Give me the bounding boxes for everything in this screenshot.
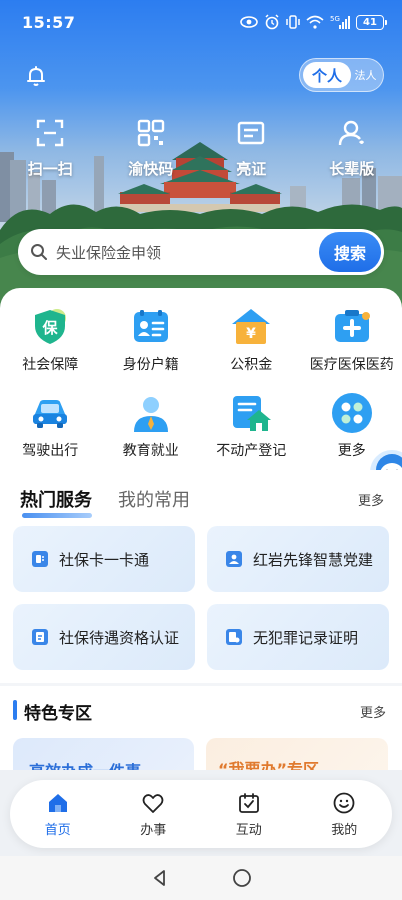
quick-elder-mode[interactable]: 长辈版 [302, 118, 402, 179]
scan-icon [37, 119, 64, 147]
svg-text:保: 保 [42, 319, 59, 337]
nav-label: 办事 [140, 822, 167, 838]
party-building-icon [226, 551, 242, 567]
nav-label: 互动 [235, 822, 262, 838]
alarm-icon [265, 14, 279, 30]
hot-service-card[interactable]: 无犯罪记录证明 [207, 604, 389, 670]
bottom-nav: 首页 办事 互动 我的 [10, 780, 392, 848]
search-input[interactable]: 失业保险金申领 [56, 242, 161, 263]
nav-home[interactable]: 首页 [10, 780, 106, 848]
svg-text:5G: 5G [330, 15, 340, 23]
nav-interaction[interactable]: 互动 [201, 780, 297, 848]
property-icon [233, 396, 272, 431]
service-label: 社会保障 [22, 357, 79, 373]
hot-service-card[interactable]: 社保卡一卡通 [13, 526, 195, 592]
system-navigation-bar [0, 856, 402, 900]
status-bar: 15:57 5G 41 [0, 0, 402, 44]
hot-service-label: 无犯罪记录证明 [253, 628, 359, 647]
featured-more-link[interactable]: 更多 [360, 702, 386, 721]
document-icon [226, 629, 242, 645]
qr-code-icon [137, 119, 164, 147]
calendar-check-icon [238, 792, 259, 813]
section-accent-bar [13, 700, 17, 720]
graduate-icon [133, 397, 168, 432]
featured-title: 特色专区 [24, 704, 92, 724]
hot-more-link[interactable]: 更多 [358, 490, 384, 509]
hot-services-section: 热门服务 我的常用 更多 社保卡一卡通 红岩先锋智慧党建 社保待遇资格认证 无犯… [0, 470, 402, 683]
back-icon[interactable] [150, 868, 170, 888]
signal-icon: 5G [330, 15, 350, 29]
id-card-icon [238, 121, 265, 145]
service-label: 教育就业 [122, 443, 179, 459]
nav-mine[interactable]: 我的 [297, 780, 393, 848]
shield-icon: 保 [35, 309, 67, 344]
quick-label: 长辈版 [329, 160, 375, 178]
service-label: 更多 [337, 443, 366, 459]
heart-icon [142, 793, 164, 813]
hot-service-label: 红岩先锋智慧党建 [253, 550, 374, 569]
nav-label: 首页 [44, 822, 71, 838]
service-label: 医疗医保医药 [309, 357, 394, 373]
nav-label: 我的 [331, 822, 358, 838]
quick-scan[interactable]: 扫一扫 [0, 118, 101, 179]
service-medical[interactable]: 医疗医保医药 [302, 306, 402, 374]
hot-service-label: 社保卡一卡通 [59, 550, 150, 569]
service-label: 身份户籍 [122, 357, 179, 373]
smile-icon [333, 792, 355, 813]
quick-label: 扫一扫 [27, 160, 73, 178]
quick-label: 渝快码 [128, 160, 174, 178]
hot-service-card[interactable]: 社保待遇资格认证 [13, 604, 195, 670]
wifi-icon [306, 15, 324, 29]
account-type-toggle[interactable]: 个人 法人 [299, 58, 384, 92]
car-icon [33, 400, 68, 428]
service-identity[interactable]: 身份户籍 [101, 306, 202, 374]
tab-my-frequent[interactable]: 我的常用 [118, 486, 190, 512]
hot-service-card[interactable]: 红岩先锋智慧党建 [207, 526, 389, 592]
quick-actions: 扫一扫 渝快码 亮证 长辈版 [0, 118, 402, 179]
service-housing-fund[interactable]: ¥ 公积金 [201, 306, 302, 374]
search-icon [31, 244, 47, 260]
service-label: 驾驶出行 [22, 443, 79, 459]
medical-kit-icon [334, 310, 370, 342]
status-time: 15:57 [22, 12, 76, 32]
svg-text:¥: ¥ [246, 326, 256, 342]
search-button[interactable]: 搜索 [319, 232, 381, 272]
service-social-security[interactable]: 保 社会保障 [0, 306, 101, 374]
service-education[interactable]: 教育就业 [101, 392, 202, 460]
elder-icon [338, 120, 364, 146]
nav-services[interactable]: 办事 [106, 780, 202, 848]
toggle-legal[interactable]: 法人 [351, 67, 380, 83]
hero-banner: 15:57 5G 41 个人 法人 扫一扫 渝快码 亮证 长辈版 失业保险金申领… [0, 0, 402, 315]
card-service-icon [32, 551, 48, 567]
toggle-personal[interactable]: 个人 [303, 62, 351, 88]
more-icon [331, 393, 372, 433]
service-label: 公积金 [230, 357, 273, 373]
bell-icon[interactable] [24, 64, 48, 88]
service-categories: 保 社会保障 身份户籍 ¥ 公积金 医疗医保医药 驾驶出行 教育就业 不动产登记… [0, 288, 402, 470]
hot-service-label: 社保待遇资格认证 [59, 628, 180, 647]
id-badge-icon [133, 310, 168, 342]
quick-show-cert[interactable]: 亮证 [201, 118, 302, 179]
service-label: 不动产登记 [216, 443, 287, 459]
eye-icon [240, 16, 258, 28]
quick-yukuai-code[interactable]: 渝快码 [101, 118, 202, 179]
quick-label: 亮证 [236, 160, 267, 178]
search-bar[interactable]: 失业保险金申领 搜索 [18, 229, 384, 275]
battery-indicator: 41 [356, 14, 387, 30]
vibrate-icon [286, 15, 300, 29]
bottom-nav-container: 首页 办事 互动 我的 [0, 770, 402, 856]
service-property[interactable]: 不动产登记 [201, 392, 302, 460]
home-icon [48, 793, 67, 812]
tab-hot-services[interactable]: 热门服务 [20, 486, 92, 518]
housing-fund-icon: ¥ [232, 309, 271, 344]
certification-icon [32, 629, 48, 645]
home-circle-icon[interactable] [232, 868, 252, 888]
service-driving[interactable]: 驾驶出行 [0, 392, 101, 460]
